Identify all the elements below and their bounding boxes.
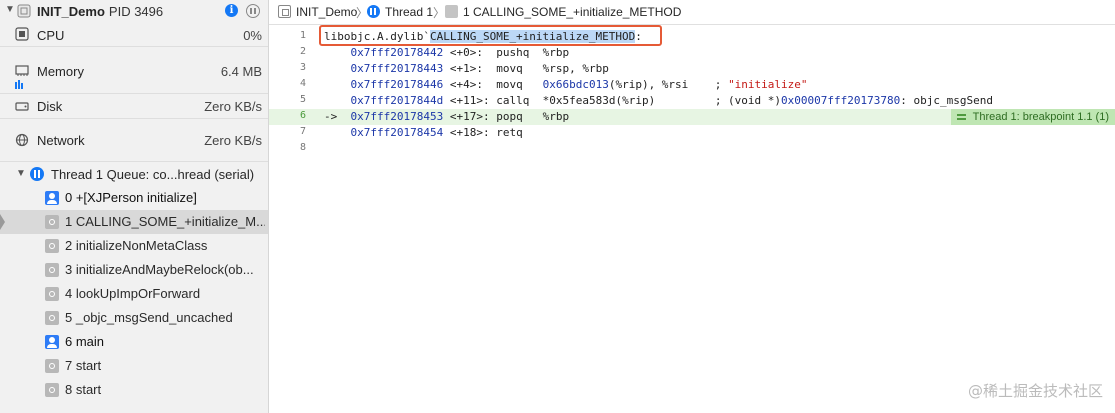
pause-icon[interactable] [246,4,260,18]
instruction: 0x7fff2017844d <+11>: callq *0x5fea583d(… [350,94,993,107]
stack-frame-icon [445,5,458,18]
system-frame-icon [45,263,59,277]
gauge-value: 6.4 MB [220,64,262,79]
gauge-label: Disk [37,99,63,114]
annotation-highlight-box [319,25,662,46]
system-frame-icon [45,383,59,397]
gauge-label: Memory [37,64,84,79]
line-number: 2 [299,46,306,57]
gauge-cpu[interactable]: CPU 0% [0,24,268,47]
disk-icon [15,102,29,111]
instruction: 0x7fff20178446 <+4>: movq 0x66bdc013(%ri… [350,78,808,91]
jumpbar-frame[interactable]: 1 CALLING_SOME_+initialize_METHOD [463,5,681,19]
thread-icon [367,5,380,18]
breakpoint-indicator-icon [956,114,966,120]
line-number: 5 [299,94,306,105]
stack-frame[interactable]: 0 +[XJPerson initialize] [0,186,268,210]
code-line: 7 0x7fff20178454 <+18>: retq [269,125,1115,141]
code-line: 2 0x7fff20178442 <+0>: pushq %rbp [269,45,1115,61]
cpu-icon [15,27,29,41]
frame-label: 7 start [65,358,102,373]
disassembly-editor[interactable]: 1 libobjc.A.dylib`CALLING_SOME_+initiali… [269,25,1115,413]
thread-label: Thread 1 Queue: co...hread (serial) [51,167,255,182]
chevron-right-icon: 〉 [433,6,446,20]
line-number: 7 [299,126,306,137]
jumpbar-project[interactable]: INIT_Demo [296,5,357,19]
stack-frame[interactable]: 8 start [0,378,268,402]
system-frame-icon [45,215,59,229]
stack-frame[interactable]: 7 start [0,354,268,378]
system-frame-icon [45,239,59,253]
instruction: -> 0x7fff20178453 <+17>: popq %rbp [324,110,570,123]
gauge-label: Network [37,133,85,148]
stack-frame[interactable]: 3 initializeAndMaybeRelock(ob... [0,258,268,282]
frame-label: 2 initializeNonMetaClass [65,238,208,253]
memory-icon [15,65,29,76]
breakpoint-badge[interactable]: Thread 1: breakpoint 1.1 (1) [950,109,1115,125]
frame-label: 6 main [65,334,105,349]
thread-icon [30,167,44,181]
watermark: @稀土掘金技术社区 [967,382,1103,400]
frame-label: 4 lookUpImpOrForward [65,286,201,301]
gauge-network[interactable]: Network Zero KB/s [0,119,268,162]
disclosure-triangle-icon[interactable]: ▼ [5,4,15,15]
line-number: 1 [299,30,306,41]
stack-frame[interactable]: 5 _objc_msgSend_uncached [0,306,268,330]
info-icon[interactable]: i [225,4,238,17]
debug-navigator: ▼ INIT_Demo PID 3496 i CPU 0% Memory 6.4 … [0,0,269,413]
line-number: 4 [299,78,306,89]
user-code-icon [45,335,59,349]
jump-bar: INIT_Demo 〉 Thread 1 〉 1 CALLING_SOME_+i… [269,0,1115,25]
line-number: 6 [299,110,306,121]
gauge-value: Zero KB/s [204,99,262,114]
process-row[interactable]: ▼ INIT_Demo PID 3496 i [0,0,268,24]
pc-arrow: -> [324,110,338,123]
stack-frame-selected[interactable]: 1 CALLING_SOME_+initialize_M... [0,210,268,234]
current-instruction-line: 6 -> 0x7fff20178453 <+17>: popq %rbp Thr… [269,109,1115,125]
system-frame-icon [45,311,59,325]
thread-row[interactable]: ▼ Thread 1 Queue: co...hread (serial) [0,164,268,186]
stack-frame[interactable]: 4 lookUpImpOrForward [0,282,268,306]
stack-frame[interactable]: 6 main [0,330,268,354]
code-line: 8 [269,141,1115,157]
line-number: 8 [299,142,306,153]
frame-label: 1 CALLING_SOME_+initialize_M... [65,214,265,229]
gauge-value: 0% [243,28,262,43]
frame-label: 5 _objc_msgSend_uncached [65,310,233,325]
instruction: 0x7fff20178442 <+0>: pushq %rbp [350,46,570,59]
instruction: 0x7fff20178443 <+1>: movq %rsp, %rbp [350,62,609,75]
gauge-label: CPU [37,28,65,43]
app-icon [17,4,31,18]
user-code-icon [45,191,59,205]
gauge-value: Zero KB/s [204,133,262,148]
related-items-icon[interactable] [278,5,291,18]
frame-label: 8 start [65,382,102,397]
code-line: 5 0x7fff2017844d <+11>: callq *0x5fea583… [269,93,1115,109]
frame-label: 3 initializeAndMaybeRelock(ob... [65,262,254,277]
disclosure-triangle-icon[interactable]: ▼ [16,168,26,179]
code-line: 4 0x7fff20178446 <+4>: movq 0x66bdc013(%… [269,77,1115,93]
stack-frame[interactable]: 2 initializeNonMetaClass [0,234,268,258]
selection-marker [0,214,5,230]
jumpbar-thread[interactable]: Thread 1 [385,5,433,19]
gauge-disk[interactable]: Disk Zero KB/s [0,94,268,119]
line-number: 3 [299,62,306,73]
memory-usage-bars [15,80,23,89]
process-title: INIT_Demo PID 3496 [37,4,164,19]
instruction: 0x7fff20178454 <+18>: retq [350,126,523,139]
frame-label: 0 +[XJPerson initialize] [65,190,197,205]
network-icon [15,133,29,147]
gauge-memory[interactable]: Memory 6.4 MB [0,47,268,94]
system-frame-icon [45,287,59,301]
code-line: 3 0x7fff20178443 <+1>: movq %rsp, %rbp [269,61,1115,77]
system-frame-icon [45,359,59,373]
